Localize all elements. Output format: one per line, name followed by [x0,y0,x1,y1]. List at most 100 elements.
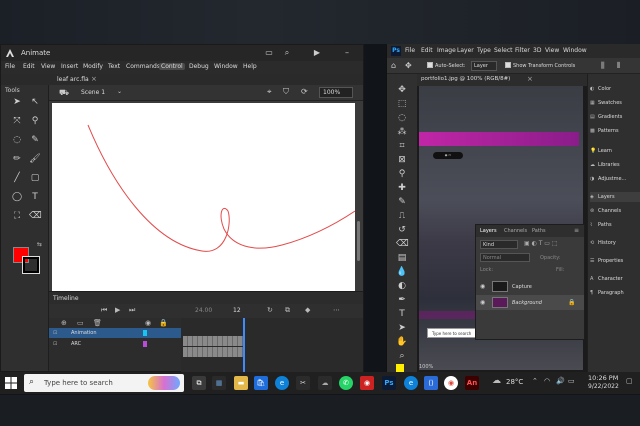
first-frame-icon[interactable]: ⏮ [101,306,107,315]
chrome-icon[interactable]: ◉ [444,376,458,390]
edge-icon[interactable]: e [275,376,289,390]
ps-dodge-icon[interactable]: ◐ [396,280,408,292]
menu-debug[interactable]: Debug [189,63,209,70]
layer-row-animation[interactable]: ⊡ Animation [49,328,181,338]
ps-frame-icon[interactable]: ⊠ [396,154,408,166]
layer-filter-kind[interactable]: Kind [480,240,518,249]
panel-color[interactable]: ◐ Color [590,84,640,94]
panel-gradients[interactable]: ▤ Gradients [590,112,640,122]
panel-adjustments[interactable]: ◑ Adjustme... [590,174,640,184]
panel-learn[interactable]: 💡 Learn [590,146,640,156]
store-icon[interactable]: 🛍 [254,376,268,390]
ps-quick-select-icon[interactable]: ⁂ [396,126,408,138]
subselection-tool-icon[interactable]: ↖ [29,96,41,108]
stroke-color-swatch[interactable] [22,256,40,274]
windows-start-icon[interactable] [5,377,17,389]
document-tab[interactable]: leaf arc.fla [57,76,89,83]
ps-menu-layer[interactable]: Layer [457,47,474,54]
ps-document-tab[interactable]: portfolio1.jpg @ 100% (RGB/8#) [421,76,510,82]
move-tool-icon[interactable]: ✥ [405,61,412,70]
filter-icons[interactable]: ▣ ◐ T ▭ ⬚ [524,240,558,247]
ps-lasso-icon[interactable]: ◌ [396,112,408,124]
clock-time[interactable]: 10:26 PM [588,374,618,382]
ps-zoom-readout[interactable]: 100% [419,364,433,370]
volume-icon[interactable]: 🔊 [556,377,565,385]
scene-label[interactable]: Scene 1 [81,89,105,96]
menu-commands[interactable]: Commands [126,63,160,70]
rotate-stage-icon[interactable]: ⟳ [301,87,308,96]
edge-browser-icon[interactable]: e [404,376,418,390]
battery-icon[interactable]: ▭ [568,377,575,385]
ps-menu-window[interactable]: Window [563,47,587,54]
line-tool-icon[interactable]: ╱ [11,172,23,184]
stage-vertical-scrollbar[interactable] [357,221,360,261]
taskbar-search[interactable]: ⌕ Type here to search [24,374,184,392]
notification-icon[interactable]: ▢ [626,377,633,385]
ps-layer-row-background[interactable]: ◉ Background 🔒 [476,295,584,310]
frame-number-readout[interactable]: 12 [233,307,241,314]
selection-tool-icon[interactable]: ➤ [11,96,23,108]
ps-pen-icon[interactable]: ✒ [396,294,408,306]
widgets-icon[interactable]: ▦ [212,376,226,390]
test-movie-play-icon[interactable]: ▶ [311,47,323,59]
panel-character[interactable]: A Character [590,274,640,284]
network-icon[interactable]: ◠ [544,377,550,385]
blend-mode-dropdown[interactable]: Normal [480,253,530,262]
text-tool-icon[interactable]: T [29,191,41,203]
task-view-icon[interactable]: ⧉ [192,376,206,390]
align-icon[interactable]: ⫼ [601,61,605,71]
edit-symbols-icon[interactable]: ⛟ [59,88,69,98]
animate-taskbar-icon[interactable]: An [465,376,479,390]
tab-layers[interactable]: Layers [480,228,497,234]
new-layer-icon[interactable]: ⊕ [61,319,67,327]
timeline-menu-icon[interactable]: ⋯ [333,306,340,314]
weather-temp[interactable]: 28°C [506,378,523,386]
ps-menu-edit[interactable]: Edit [421,47,433,54]
menu-window[interactable]: Window [214,63,238,70]
panel-channels[interactable]: ⊜ Channels [590,206,640,216]
distribute-icon[interactable]: ⫴ [617,61,620,71]
loop-icon[interactable]: ↻ [267,306,273,314]
onion-skin-icon[interactable]: ⧉ [285,306,290,315]
ps-eyedropper-icon[interactable]: ⚲ [396,168,408,180]
auto-select-checkbox[interactable] [427,62,433,68]
panel-paths[interactable]: ⌇ Paths [590,220,640,230]
last-frame-icon[interactable]: ⏭ [129,306,135,315]
menu-help[interactable]: Help [243,63,257,70]
show-hide-all-icon[interactable]: ◉ [145,319,151,327]
layer-color-chip[interactable] [143,330,147,336]
ps-menu-image[interactable]: Image [437,47,456,54]
menu-control[interactable]: Control [159,63,185,70]
pencil-tool-icon[interactable]: ✏ [11,153,23,165]
snipping-icon[interactable]: ✂ [296,376,310,390]
pen-tool-icon[interactable]: ✎ [29,134,41,146]
zoom-field[interactable]: 100% [319,87,353,98]
stage-canvas[interactable] [52,103,356,293]
panel-libraries[interactable]: ☁ Libraries [590,160,640,170]
ps-stamp-icon[interactable]: ⎍ [396,210,408,222]
swap-colors-icon[interactable]: ⇆ [37,241,42,248]
tab-channels[interactable]: Channels [504,228,527,234]
weather-icon[interactable]: ☁ [492,376,501,386]
panel-paragraph[interactable]: ¶ Paragraph [590,288,640,298]
show-transform-checkbox[interactable] [505,62,511,68]
lock-all-icon[interactable]: 🔒 [159,319,168,327]
panel-properties[interactable]: ☰ Properties [590,256,640,266]
search-icon[interactable]: ⌕ [281,47,293,59]
panel-layers[interactable]: ◈ Layers [590,192,640,202]
ps-marquee-icon[interactable]: ⬚ [396,98,408,110]
menu-modify[interactable]: Modify [83,63,103,70]
ps-gradient-icon[interactable]: ▤ [396,252,408,264]
new-folder-icon[interactable]: ▭ [77,319,84,327]
eraser-tool-icon[interactable]: ⌫ [29,210,42,222]
file-explorer-icon[interactable]: ▬ [234,376,248,390]
ps-path-select-icon[interactable]: ➤ [396,322,408,334]
fps-readout[interactable]: 24.00 [195,307,212,314]
ps-close-tab-icon[interactable]: × [527,75,533,83]
frame-span-animation[interactable] [183,336,243,346]
tray-overflow-icon[interactable]: ⌃ [532,377,538,385]
ps-menu-select[interactable]: Select [494,47,513,54]
ps-blur-icon[interactable]: 💧 [396,266,408,278]
bone-tool-icon[interactable]: ⚲ [29,115,41,127]
menu-edit[interactable]: Edit [23,63,35,70]
